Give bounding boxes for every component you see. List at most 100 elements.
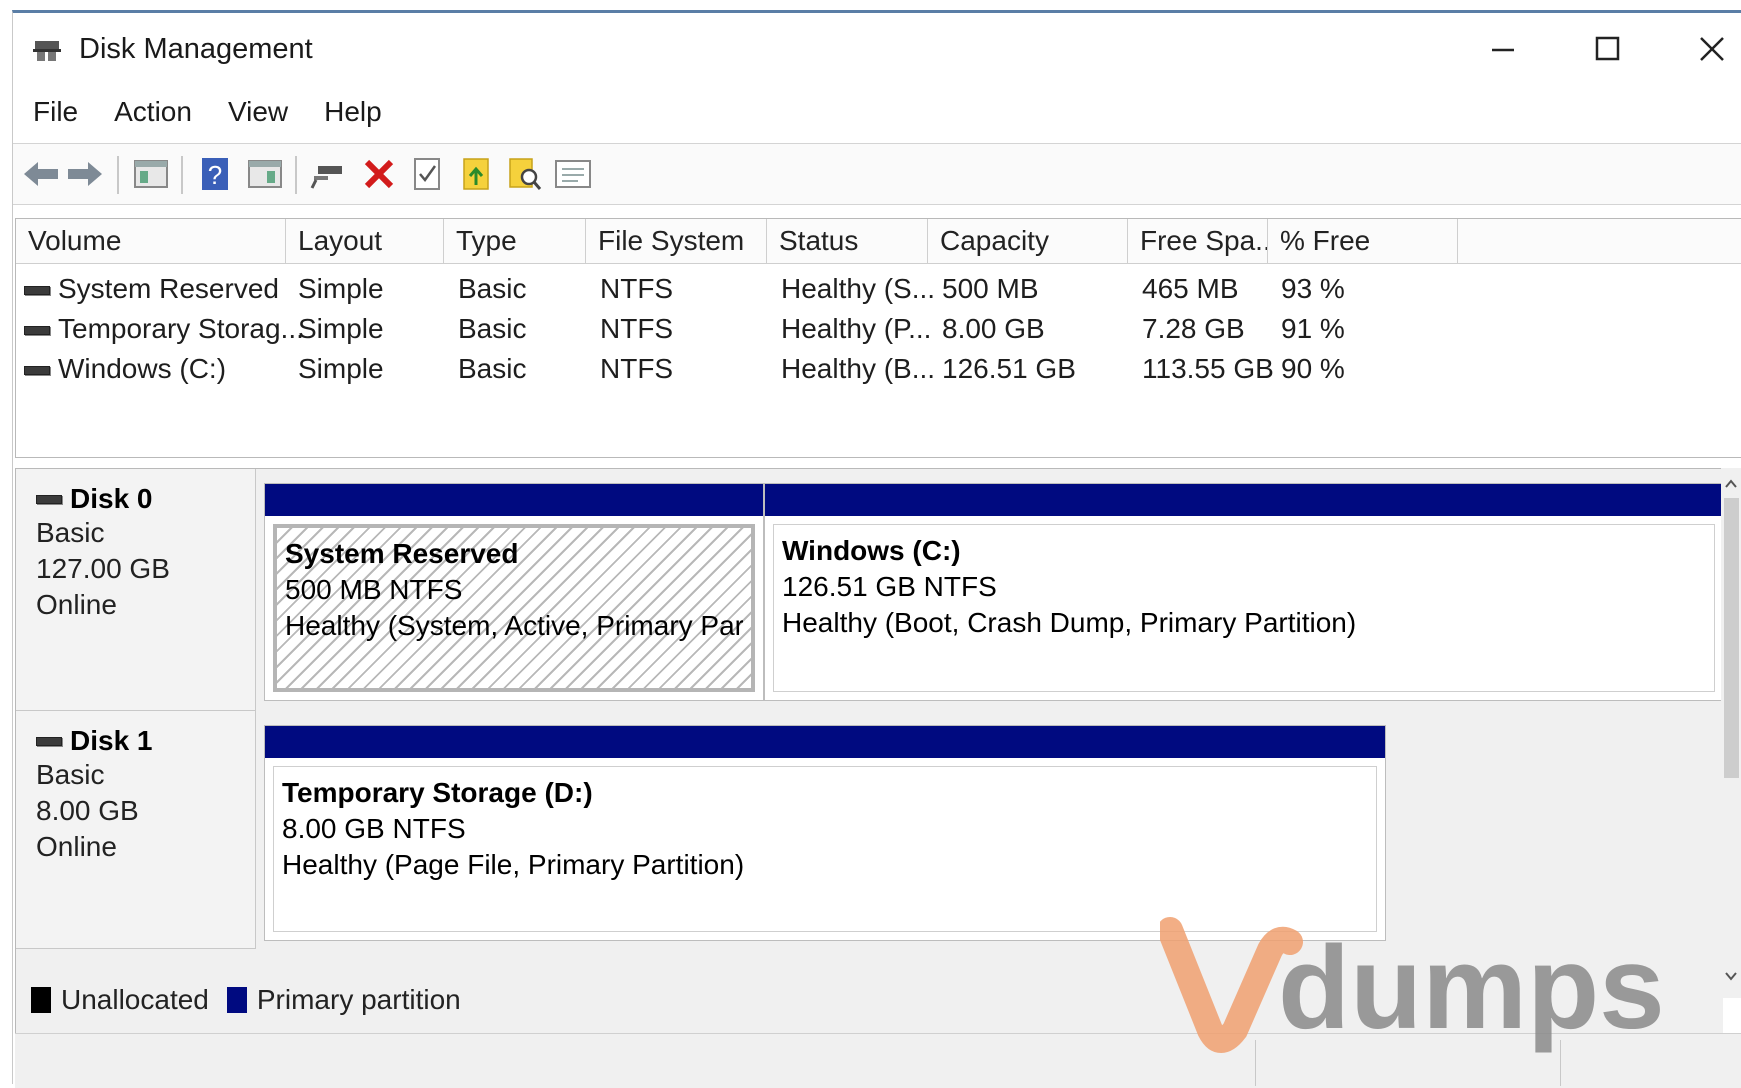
disk-name: Disk 1: [70, 725, 153, 756]
table-row[interactable]: Windows (C:) Simple Basic NTFS Healthy (…: [16, 349, 1741, 389]
menu-view[interactable]: View: [210, 96, 306, 128]
menu-help[interactable]: Help: [306, 96, 400, 128]
toolbar-separator: [181, 156, 183, 194]
partition-status: Healthy (Page File, Primary Partition): [282, 849, 745, 880]
disk-type: Basic: [36, 759, 105, 790]
volume-free-space: 465 MB: [1142, 273, 1239, 304]
legend: Unallocated Primary partition: [13, 976, 461, 1024]
show-hide-icon: [248, 160, 282, 188]
partition-name: Windows (C:): [782, 535, 961, 566]
close-button[interactable]: [1682, 25, 1741, 73]
partition-system-reserved[interactable]: System Reserved 500 MB NTFS Healthy (Sys…: [264, 483, 764, 701]
primary-partition-bar: [765, 484, 1723, 516]
disk-type: Basic: [36, 517, 105, 548]
volume-free-space: 113.55 GB: [1142, 353, 1274, 384]
show-hide-action-pane-button[interactable]: [245, 154, 285, 194]
partition-status: Healthy (System, Active, Primary Parti: [285, 610, 743, 641]
import-icon: [463, 158, 489, 190]
legend-primary-partition-label: Primary partition: [256, 984, 461, 1015]
partition-windows-c[interactable]: Windows (C:) 126.51 GB NTFS Healthy (Boo…: [764, 483, 1724, 701]
column-header-capacity[interactable]: Capacity: [928, 219, 1128, 263]
back-button[interactable]: [21, 154, 61, 194]
volume-icon: [24, 286, 50, 296]
disk-name: Disk 0: [70, 483, 153, 514]
disk-state: Online: [36, 589, 117, 620]
show-hide-console-tree-button[interactable]: [131, 154, 171, 194]
maximize-icon: [1595, 36, 1620, 61]
volume-name: System Reserved: [58, 273, 279, 304]
partition-size: 8.00 GB NTFS: [282, 813, 466, 844]
volume-file-system: NTFS: [600, 353, 674, 384]
volume-layout: Simple: [298, 273, 384, 304]
volume-free-space: 7.28 GB: [1142, 313, 1245, 344]
vdumps-watermark-logo: dumps: [1160, 917, 1665, 1054]
volume-name: Temporary Storag...: [58, 313, 304, 344]
back-arrow-icon: [24, 162, 58, 186]
volume-layout: Simple: [298, 353, 384, 384]
volume-icon: [24, 366, 50, 376]
volume-percent-free: 90 %: [1281, 353, 1345, 384]
legend-unallocated-label: Unallocated: [61, 984, 209, 1015]
disk-0-label[interactable]: Disk 0 Basic 127.00 GB Online: [16, 469, 256, 711]
connect-button[interactable]: [309, 154, 349, 194]
disk-size: 127.00 GB: [36, 553, 170, 584]
window-title: Disk Management: [79, 33, 313, 65]
partition-size: 500 MB NTFS: [285, 574, 463, 605]
delete-button[interactable]: [359, 154, 399, 194]
menu-file[interactable]: File: [13, 96, 96, 128]
volume-icon: [24, 326, 50, 336]
svg-text:?: ?: [208, 160, 222, 190]
partition-temporary-storage-d[interactable]: Temporary Storage (D:) 8.00 GB NTFS Heal…: [264, 725, 1386, 941]
search-icon: [509, 158, 542, 190]
volume-list-header: Volume Layout Type File System Status Ca…: [16, 219, 1741, 264]
column-header-empty: [1458, 219, 1741, 263]
search-button[interactable]: [505, 154, 545, 194]
column-header-percent-free[interactable]: % Free: [1268, 219, 1458, 263]
forward-button[interactable]: [65, 154, 105, 194]
import-button[interactable]: [457, 154, 497, 194]
volume-capacity: 500 MB: [942, 273, 1039, 304]
volume-list: Volume Layout Type File System Status Ca…: [15, 218, 1741, 458]
column-header-file-system[interactable]: File System: [586, 219, 767, 263]
scrollbar-thumb[interactable]: [1724, 498, 1739, 778]
partition-status: Healthy (Boot, Crash Dump, Primary Parti…: [782, 607, 1357, 638]
column-header-free-space[interactable]: Free Spa...: [1128, 219, 1268, 263]
column-header-type[interactable]: Type: [444, 219, 586, 263]
partition-body: Temporary Storage (D:) 8.00 GB NTFS Heal…: [273, 766, 1377, 932]
table-row[interactable]: System Reserved Simple Basic NTFS Health…: [16, 269, 1741, 309]
unallocated-swatch: [31, 987, 51, 1013]
menu-bar: File Action View Help: [13, 89, 1741, 135]
disk-icon: [36, 736, 62, 746]
volume-capacity: 8.00 GB: [942, 313, 1045, 344]
properties-button[interactable]: [407, 154, 447, 194]
list-view-button[interactable]: [553, 154, 593, 194]
close-icon: [1700, 37, 1724, 61]
minimize-icon: [1492, 48, 1514, 52]
help-button[interactable]: ?: [195, 154, 235, 194]
toolbar-separator: [295, 156, 297, 194]
forward-arrow-icon: [68, 162, 102, 186]
disk-state: Online: [36, 831, 117, 862]
menu-action[interactable]: Action: [96, 96, 210, 128]
disk-size: 8.00 GB: [36, 795, 139, 826]
properties-icon: [414, 158, 440, 190]
disk-1-label[interactable]: Disk 1 Basic 8.00 GB Online: [16, 711, 256, 949]
column-header-volume[interactable]: Volume: [16, 219, 286, 263]
volume-percent-free: 91 %: [1281, 313, 1345, 344]
volume-file-system: NTFS: [600, 273, 674, 304]
volume-type: Basic: [458, 273, 527, 304]
volume-status: Healthy (P...: [781, 313, 932, 344]
column-header-layout[interactable]: Layout: [286, 219, 444, 263]
partition-selected-body: System Reserved 500 MB NTFS Healthy (Sys…: [273, 524, 755, 692]
partition-size: 126.51 GB NTFS: [782, 571, 997, 602]
primary-partition-swatch: [226, 987, 247, 1013]
toolbar: ?: [13, 143, 1741, 205]
help-icon: ?: [202, 158, 228, 190]
volume-capacity: 126.51 GB: [942, 353, 1076, 384]
table-row[interactable]: Temporary Storag... Simple Basic NTFS He…: [16, 309, 1741, 349]
disk-management-icon: [33, 41, 61, 61]
column-header-status[interactable]: Status: [767, 219, 928, 263]
title-bar: Disk Management: [13, 13, 1741, 77]
maximize-button[interactable]: [1578, 25, 1638, 73]
minimize-button[interactable]: [1473, 25, 1533, 73]
